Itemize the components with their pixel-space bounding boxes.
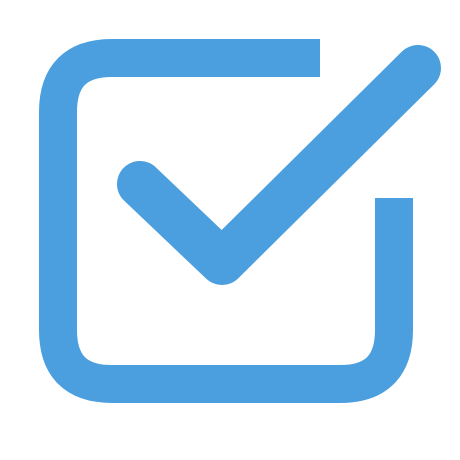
checkbox-checked-icon bbox=[0, 0, 460, 460]
checkbox-checked-svg bbox=[39, 39, 441, 403]
checkbox-frame bbox=[39, 39, 413, 403]
